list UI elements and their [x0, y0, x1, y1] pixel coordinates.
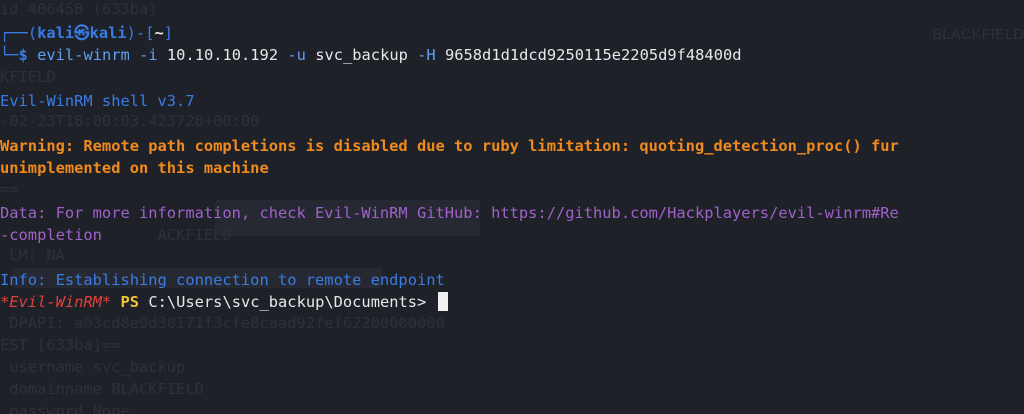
background-line: password None: [0, 402, 130, 414]
prompt-header-line: ┌──(kali㉿kali)-[~]: [0, 22, 173, 44]
ps-label: PS: [120, 293, 140, 311]
prompt-corner-top: ┌──: [0, 24, 28, 42]
prompt-close-bracket: )-[: [126, 24, 155, 42]
prompt-host: kali: [89, 24, 127, 42]
terminal-window[interactable]: id 406458 (633ba) KFIELD -02-23T18:00:03…: [0, 0, 1024, 414]
prompt-cwd: ~: [154, 24, 164, 42]
command-hash: 9658d1d1dcd9250115e2205d9f48400d: [444, 46, 742, 64]
warning-line: unimplemented on this machine: [0, 159, 269, 177]
background-line: DPAPI: a03cd8e9d30171f3cfe8caad92fef6220…: [0, 314, 445, 332]
command-flag-i: -i: [139, 46, 158, 64]
background-line: LM: NA: [0, 246, 65, 264]
background-line: EST [633ba]==: [0, 336, 121, 354]
background-line: -02-23T18:00:03.423728+00:00: [0, 112, 260, 130]
winrm-tag: *Evil-WinRM*: [0, 293, 112, 311]
prompt-end-bracket: ]: [163, 24, 174, 42]
text-cursor[interactable]: [437, 292, 448, 311]
background-line: domainname BLACKFIELD: [0, 380, 204, 398]
command-line[interactable]: └─$ evil-winrm -i 10.10.10.192 -u svc_ba…: [0, 44, 742, 66]
shell-prompt-line[interactable]: *Evil-WinRM* PS C:\Users\svc_backup\Docu…: [0, 291, 448, 313]
command-flag-h: -H: [417, 46, 436, 64]
background-line: ==: [0, 180, 19, 198]
info-line: Info: Establishing connection to remote …: [0, 271, 445, 289]
command-name: evil-winrm: [37, 46, 130, 64]
background-line: id 406458 (633ba): [0, 0, 158, 18]
background-line: username svc_backup: [0, 358, 186, 376]
prompt-open-paren: (: [27, 24, 38, 42]
data-line: -completion: [0, 226, 102, 244]
prompt-user: kali: [37, 24, 75, 42]
command-ip: 10.10.10.192: [166, 46, 279, 64]
background-right-label: BLACKFIELD: [932, 26, 1024, 43]
prompt-at-icon: ㉿: [74, 24, 90, 42]
command-flag-u: -u: [287, 46, 306, 64]
command-user: svc_backup: [315, 46, 408, 64]
warning-line: Warning: Remote path completions is disa…: [0, 137, 899, 155]
prompt-dollar: $: [18, 46, 28, 64]
prompt-corner-bottom: └─: [0, 46, 19, 64]
data-line: Data: For more information, check Evil-W…: [0, 204, 899, 222]
banner-line: Evil-WinRM shell v3.7: [0, 92, 195, 110]
background-line: KFIELD: [0, 68, 56, 86]
shell-path: C:\Users\svc_backup\Documents>: [148, 293, 427, 311]
